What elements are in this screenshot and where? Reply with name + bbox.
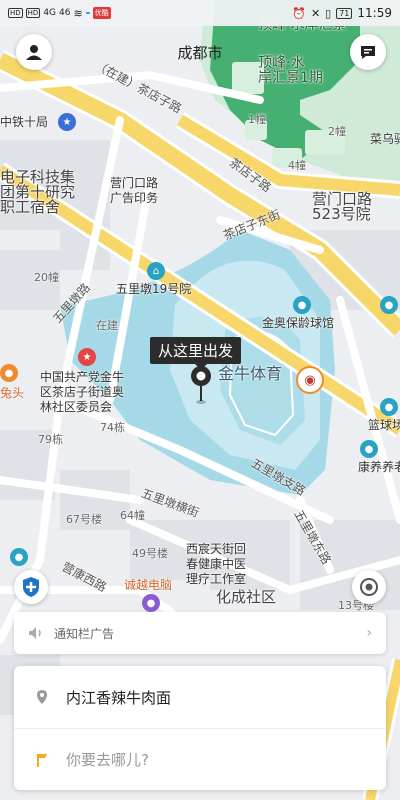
map-label-keji: 电子科技集 团第十研究 职工宿舍 — [0, 168, 76, 216]
map-label-building-64: 64幢 — [120, 509, 145, 522]
route-panel: 内江香辣牛肉面 你要去哪儿? — [14, 666, 386, 790]
hd-chip-2: HD — [25, 8, 41, 18]
map-label-building-2: 2幢 — [328, 125, 346, 138]
status-left: HD HD 4G 46 ≋ 优酷 — [8, 7, 111, 20]
map-label-building-20: 20幢 — [34, 271, 59, 284]
signal-46: 46 — [59, 8, 71, 18]
origin-dot-icon — [37, 690, 47, 704]
vibrate-icon: ▯ — [325, 6, 332, 20]
location-pin-icon — [191, 366, 211, 404]
origin-location-pin[interactable] — [190, 365, 212, 405]
chevron-right-icon: › — [366, 625, 372, 641]
map-label-zhongtie: 中铁十局 — [0, 115, 49, 129]
signal-4g: 4G — [43, 8, 57, 18]
map-label-building-74: 74栋 — [100, 421, 125, 434]
message-icon — [361, 46, 375, 59]
locate-target-icon — [360, 578, 378, 596]
destination-row[interactable]: 你要去哪儿? — [14, 728, 386, 790]
bowling-pin-icon: ● — [293, 296, 311, 314]
origin-row[interactable]: 内江香辣牛肉面 — [14, 666, 386, 728]
shop-pin-icon: ● — [142, 594, 160, 612]
youku-badge: 优酷 — [92, 7, 111, 19]
status-right: ⏰ ✕ ▯ 71 11:59 — [292, 6, 392, 20]
status-bar: HD HD 4G 46 ≋ 优酷 ⏰ ✕ ▯ 71 11:59 — [0, 0, 400, 26]
poi-marker-icon: ★ — [58, 113, 76, 131]
map-label-building-79: 79栋 — [38, 433, 63, 446]
alarm-icon: ⏰ — [292, 6, 306, 20]
building-pin-icon: ⌂ — [147, 262, 165, 280]
map-label-building-49: 49号楼 — [132, 547, 168, 560]
shield-icon — [23, 577, 39, 597]
basketball-pin-icon: ● — [380, 398, 398, 416]
map-label-chengyue: 诚越电脑 — [124, 578, 173, 592]
map-label-lanqiu: 篮球场 — [368, 418, 400, 432]
map-label-tuotou: 兔头 — [0, 386, 25, 400]
mute-icon: ✕ — [310, 6, 321, 20]
message-button[interactable] — [350, 34, 386, 70]
map-label-xichen: 西宸天街回 春健康中医 理疗工作室 — [186, 542, 247, 586]
destination-flag-icon — [37, 753, 47, 767]
map-label-jinniu-stadium: 金牛体育 — [218, 364, 283, 383]
map-label-party: 中国共产党金牛 区茶店子街道奥 林社区委员会 — [40, 370, 125, 414]
origin-text: 内江香辣牛肉面 — [66, 688, 172, 707]
avatar-driver-icon[interactable]: ◉ — [296, 366, 324, 394]
care-pin-icon: ● — [360, 440, 378, 458]
map-label-jinao: 金奥保龄球馆 — [262, 316, 335, 330]
restaurant-pin-icon: ● — [0, 364, 18, 382]
map-label-caiyi: 菜乌驿 — [370, 132, 400, 146]
status-clock: 11:59 — [357, 6, 392, 20]
party-star-icon: ★ — [78, 348, 96, 366]
right-poi-icon: ● — [380, 296, 398, 314]
wifi-icon: ≋ — [73, 6, 83, 20]
map-label-building-67: 67号楼 — [66, 513, 102, 526]
destination-input[interactable]: 你要去哪儿? — [66, 749, 149, 770]
locate-me-button[interactable] — [352, 570, 386, 604]
hd-chip-1: HD — [8, 8, 23, 18]
map-label-huacheng: 化成社区 — [216, 588, 277, 606]
map-label-kangyang: 康养养老 — [358, 460, 400, 474]
map-label-zaijian: 在建 — [96, 319, 118, 332]
notice-bar[interactable]: 通知栏广告 › — [14, 612, 386, 654]
map-label-wulidun-19: 五里墩19号院 — [116, 282, 192, 296]
app-badge-icon — [85, 12, 90, 14]
map-label-yingmen-523: 营门口路 523号院 — [312, 190, 373, 223]
speaker-icon — [29, 627, 41, 639]
safety-shield-button[interactable] — [14, 570, 48, 604]
left-poi-icon: ● — [10, 548, 28, 566]
city-title[interactable]: 成都市 — [0, 42, 400, 63]
notice-text: 通知栏广告 — [54, 626, 115, 641]
battery-indicator: 71 — [336, 7, 353, 19]
map-label-yingmenkou-print: 营门口路 广告印务 — [110, 176, 159, 205]
map-label-building-1: 1幢 — [248, 113, 266, 126]
map-label-building-4: 4幢 — [288, 159, 306, 172]
origin-tooltip[interactable]: 从这里出发 — [150, 337, 242, 370]
